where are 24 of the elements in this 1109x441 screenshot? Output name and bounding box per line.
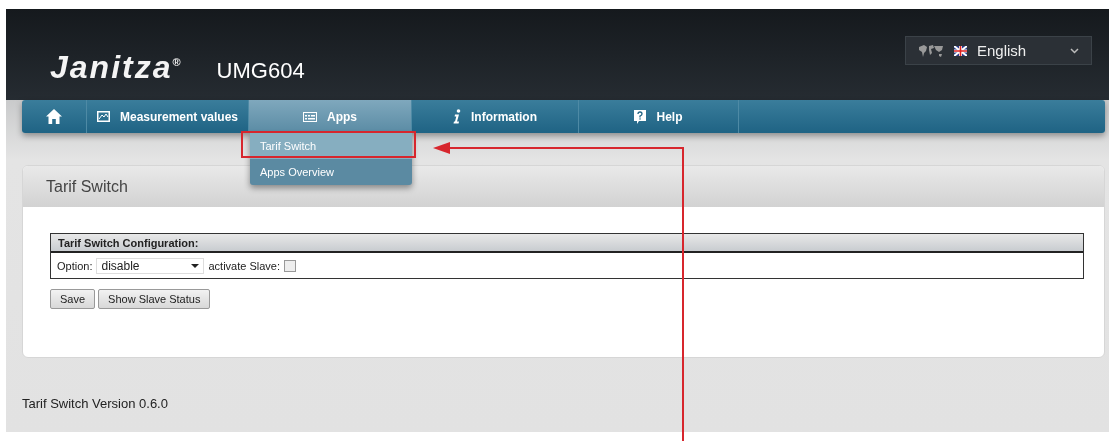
chevron-down-icon — [1070, 47, 1079, 54]
version-text: Tarif Switch Version 0.6.0 — [22, 396, 169, 411]
menu-item[interactable]: Apps Overview — [250, 159, 412, 185]
form-button[interactable]: Save — [50, 289, 96, 309]
grid-icon — [303, 111, 317, 122]
form-button[interactable]: Show Slave Status — [98, 289, 211, 309]
home-icon — [46, 109, 62, 124]
info-icon — [453, 109, 461, 124]
flag-icon — [954, 45, 967, 56]
nav-tab[interactable]: Help — [579, 100, 739, 133]
option-label: Option: — [57, 259, 93, 272]
picture-icon — [96, 111, 110, 122]
help-icon — [634, 109, 647, 124]
device-name: UMG604 — [216, 58, 305, 84]
nav-tab[interactable]: Apps — [249, 100, 412, 133]
caret-icon — [191, 263, 200, 268]
language-select[interactable]: English — [905, 36, 1092, 65]
nav-tab[interactable]: Information — [412, 100, 579, 133]
slave-checkbox[interactable] — [284, 259, 296, 272]
option-select[interactable]: disable — [96, 257, 205, 274]
panel-title: Tarif Switch — [46, 177, 128, 196]
slave-label: activate Slave: — [208, 259, 280, 272]
logo: Janitza$^{®}$ — [50, 49, 181, 86]
config-title: Tarif Switch Configuration: — [58, 236, 199, 249]
